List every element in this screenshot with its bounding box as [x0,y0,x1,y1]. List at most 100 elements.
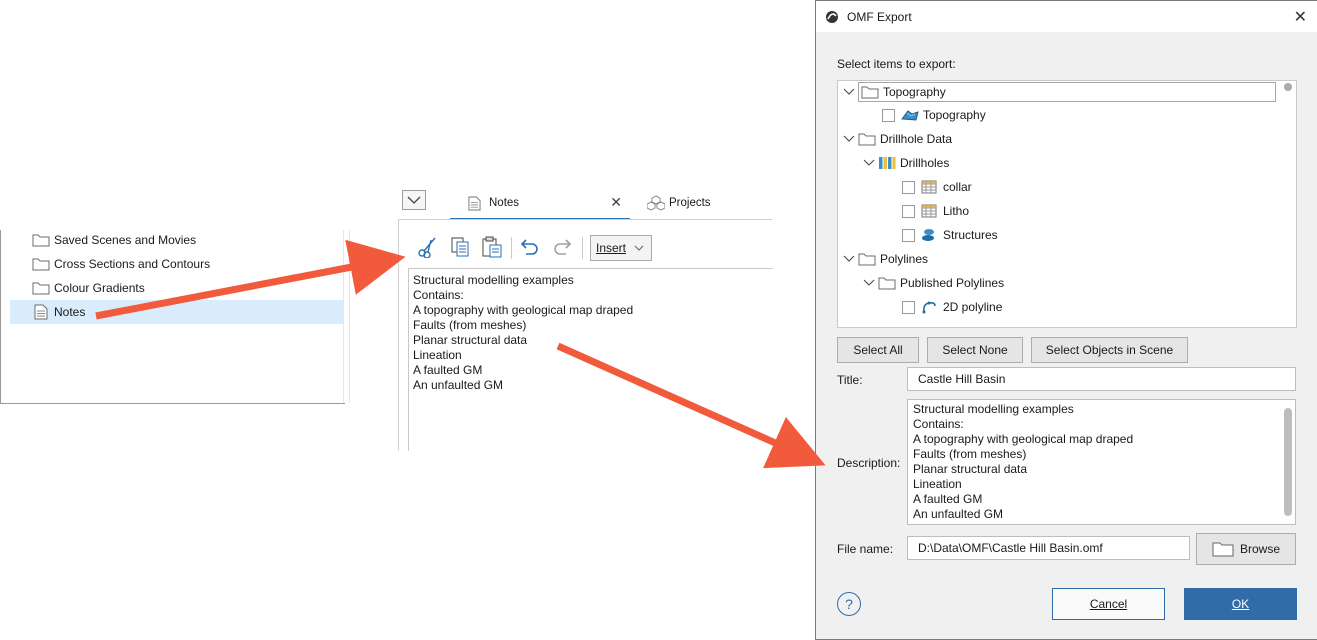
tree-node-polylines[interactable]: Polylines [842,248,928,270]
scissors-icon [418,237,436,258]
select-none-label: Select None [942,343,1008,357]
cancel-button[interactable]: Cancel [1052,588,1165,620]
select-all-button[interactable]: Select All [837,337,919,363]
project-tree-panel: Saved Scenes and Movies Cross Sections a… [0,230,345,404]
paste-button[interactable] [478,233,506,261]
checkbox[interactable] [902,180,915,194]
notes-line: Structural modelling examples [413,273,574,287]
checkbox[interactable] [902,228,915,242]
app-logo-icon [825,10,839,24]
tree-node-topography[interactable]: Topography [882,104,986,126]
select-objects-in-scene-button[interactable]: Select Objects in Scene [1031,337,1188,363]
notes-line: A topography with geological map draped [413,303,634,317]
dialog-body: Select items to export: Topography Topog… [816,32,1317,639]
tree-node-litho[interactable]: Litho [902,200,969,222]
export-items-tree[interactable]: Topography Topography Drillhole Data Dri… [837,80,1297,328]
disc-icon [921,228,939,242]
tab-notes-label: Notes [489,197,520,209]
scrollbar-thumb[interactable] [1284,408,1292,516]
folder-icon [1212,541,1234,557]
close-icon[interactable]: ✕ [1294,7,1307,27]
tree-node-label: Topography [883,85,946,99]
filename-value: D:\Data\OMF\Castle Hill Basin.omf [918,541,1103,555]
close-icon[interactable]: ✕ [610,194,622,211]
cut-button[interactable] [414,233,442,261]
insert-dropdown[interactable]: Insert [590,235,652,261]
divider [398,219,772,220]
drillholes-icon [878,156,896,170]
undo-icon [520,239,538,255]
notes-line: An unfaulted GM [413,378,504,392]
tab-notes[interactable]: Notes ✕ [450,188,630,220]
tree-node-drillholes[interactable]: Drillholes [862,152,949,174]
tree-node-label: Drillhole Data [880,132,953,146]
description-line: Lineation [913,477,962,491]
polyline-icon [921,300,939,314]
select-items-label: Select items to export: [837,57,956,71]
chevron-down-icon[interactable] [862,156,876,170]
browse-button[interactable]: Browse [1196,533,1296,565]
notes-editor[interactable]: Structural modelling examples Contains: … [408,268,773,451]
folder-icon [861,85,879,99]
folder-icon [858,132,876,146]
description-line: Structural modelling examples [913,402,1074,416]
notes-line: Planar structural data [413,333,528,347]
tree-item-colour-gradients[interactable]: Colour Gradients [10,276,344,300]
note-icon [32,304,50,320]
description-textarea[interactable]: Structural modelling examples Contains: … [907,399,1296,525]
tree-item-saved-scenes[interactable]: Saved Scenes and Movies [10,228,344,252]
tree-node-focus: Topography [858,82,1276,102]
description-label: Description: [837,456,901,470]
chevron-down-icon[interactable] [842,132,856,146]
panel-divider [343,230,344,403]
tree-node-label: Litho [943,204,970,218]
title-input[interactable]: Castle Hill Basin [907,367,1296,391]
toolbar-separator [511,237,512,259]
tree-item-label: Cross Sections and Contours [54,257,211,271]
folder-icon [32,232,50,248]
select-none-button[interactable]: Select None [927,337,1023,363]
checkbox[interactable] [902,204,915,218]
tree-node-structures[interactable]: Structures [902,224,998,246]
tree-node-topography-folder[interactable]: Topography [842,81,1278,103]
collapse-chevron-button[interactable] [402,190,426,210]
tree-node-2d-polyline[interactable]: 2D polyline [902,296,1002,318]
notes-line: Faults (from meshes) [413,318,527,332]
chevron-down-icon[interactable] [862,276,876,290]
tree-node-drillhole-data[interactable]: Drillhole Data [842,128,952,150]
tree-node-published-polylines[interactable]: Published Polylines [862,272,1004,294]
tree-item-label: Notes [54,305,86,319]
ok-button[interactable]: OK [1184,588,1297,620]
folder-icon [32,256,50,272]
tab-projects[interactable]: Projects [647,188,737,218]
checkbox[interactable] [882,108,895,122]
tab-projects-label: Projects [669,197,711,209]
copy-button[interactable] [446,233,474,261]
divider [398,219,399,450]
insert-label: Insert [596,241,627,255]
folder-icon [858,252,876,266]
chevron-down-icon[interactable] [842,252,856,266]
help-icon[interactable]: ? [837,592,861,616]
checkbox[interactable] [902,300,915,314]
redo-button[interactable] [548,233,576,261]
tree-node-collar[interactable]: collar [902,176,972,198]
select-all-label: Select All [853,343,903,357]
filename-input[interactable]: D:\Data\OMF\Castle Hill Basin.omf [907,536,1190,560]
undo-button[interactable] [516,233,544,261]
chevron-down-icon[interactable] [842,85,856,99]
scrollbar-thumb[interactable] [1284,83,1292,91]
description-line: A topography with geological map draped [913,432,1134,446]
browse-label: Browse [1239,542,1280,556]
tree-item-notes[interactable]: Notes [10,300,344,324]
description-line: An unfaulted GM [913,507,1004,521]
description-line: Planar structural data [913,462,1028,476]
note-icon [468,196,481,211]
copy-icon [451,237,469,257]
projects-icon [647,195,665,211]
description-line: A faulted GM [913,492,983,506]
tree-item-cross-sections[interactable]: Cross Sections and Contours [10,252,344,276]
tree-node-label: collar [943,180,972,194]
surface-icon [901,108,919,122]
dialog-titlebar: OMF Export ✕ [816,1,1317,32]
